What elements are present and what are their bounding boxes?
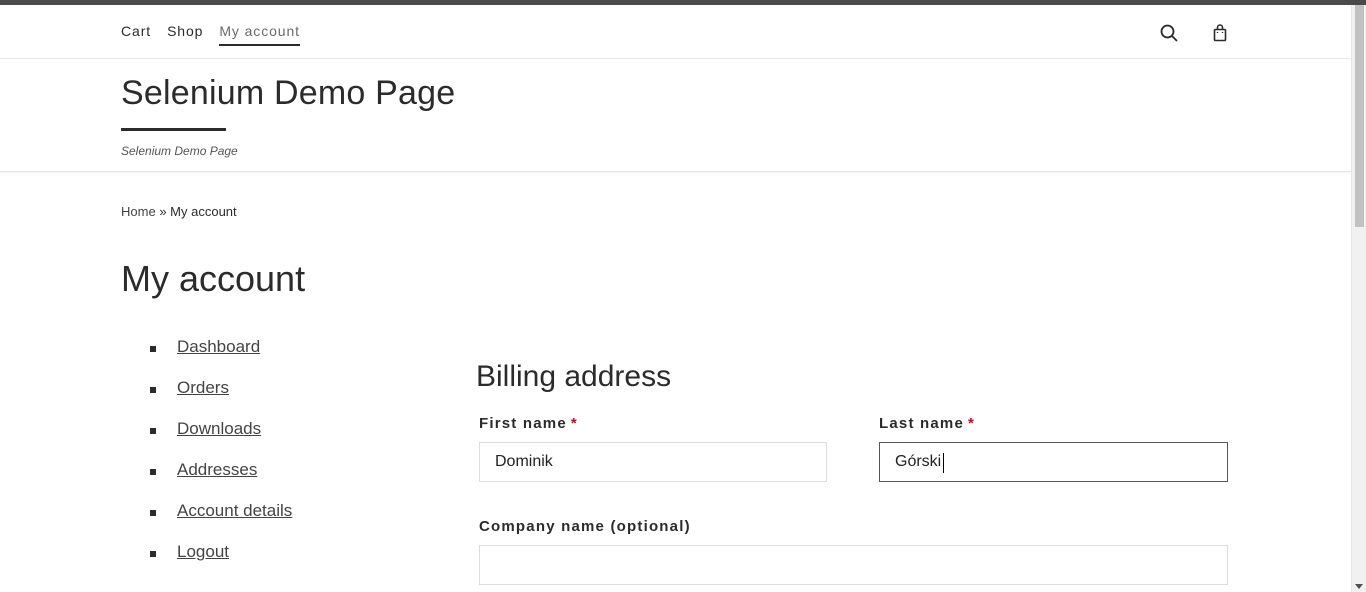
nav-links: Cart Shop My account <box>121 23 300 46</box>
required-marker: * <box>968 415 976 432</box>
account-navigation: Dashboard Orders Downloads Addresses Acc… <box>150 337 292 583</box>
downloads-link[interactable]: Downloads <box>177 419 261 438</box>
nav-link-shop[interactable]: Shop <box>167 23 203 46</box>
orders-link[interactable]: Orders <box>177 378 229 397</box>
nav-link-my-account[interactable]: My account <box>219 23 300 46</box>
first-name-field[interactable] <box>479 442 827 482</box>
site-tagline: Selenium Demo Page <box>121 144 238 158</box>
breadcrumb-current: My account <box>170 204 237 219</box>
page-title: My account <box>121 258 306 299</box>
account-nav-item-dashboard: Dashboard <box>150 337 292 378</box>
company-name-field[interactable] <box>479 545 1228 585</box>
top-navigation: Cart Shop My account <box>0 5 1351 59</box>
last-name-label-text: Last name <box>879 415 964 432</box>
site-header: Selenium Demo Page Selenium Demo Page <box>0 59 1351 172</box>
company-name-label-text: Company name (optional) <box>479 518 691 535</box>
breadcrumb-separator: » <box>159 204 167 219</box>
site-title[interactable]: Selenium Demo Page <box>121 74 455 113</box>
billing-address-heading: Billing address <box>476 360 672 393</box>
account-nav-item-account-details: Account details <box>150 501 292 542</box>
shopping-bag-icon[interactable] <box>1210 23 1230 43</box>
addresses-link[interactable]: Addresses <box>177 460 257 479</box>
first-name-label-text: First name <box>479 415 567 432</box>
account-nav-item-orders: Orders <box>150 378 292 419</box>
breadcrumb: Home » My account <box>121 204 237 219</box>
logout-link[interactable]: Logout <box>177 542 229 561</box>
vertical-scrollbar[interactable] <box>1351 5 1366 592</box>
nav-link-cart[interactable]: Cart <box>121 23 151 46</box>
dashboard-link[interactable]: Dashboard <box>177 337 260 356</box>
first-name-label: First name * <box>479 415 578 432</box>
scroll-down-arrow-icon[interactable] <box>1355 584 1363 589</box>
last-name-label: Last name * <box>879 415 975 432</box>
required-marker: * <box>570 415 578 432</box>
account-details-link[interactable]: Account details <box>177 501 292 520</box>
breadcrumb-home-link[interactable]: Home <box>121 204 156 219</box>
scrollbar-thumb[interactable] <box>1355 5 1364 227</box>
search-icon[interactable] <box>1159 23 1179 43</box>
account-nav-item-downloads: Downloads <box>150 419 292 460</box>
title-underline <box>121 128 226 131</box>
account-nav-item-addresses: Addresses <box>150 460 292 501</box>
text-caret <box>943 453 944 473</box>
company-name-label: Company name (optional) <box>479 518 691 535</box>
last-name-field[interactable] <box>879 442 1228 482</box>
account-nav-item-logout: Logout <box>150 542 292 583</box>
